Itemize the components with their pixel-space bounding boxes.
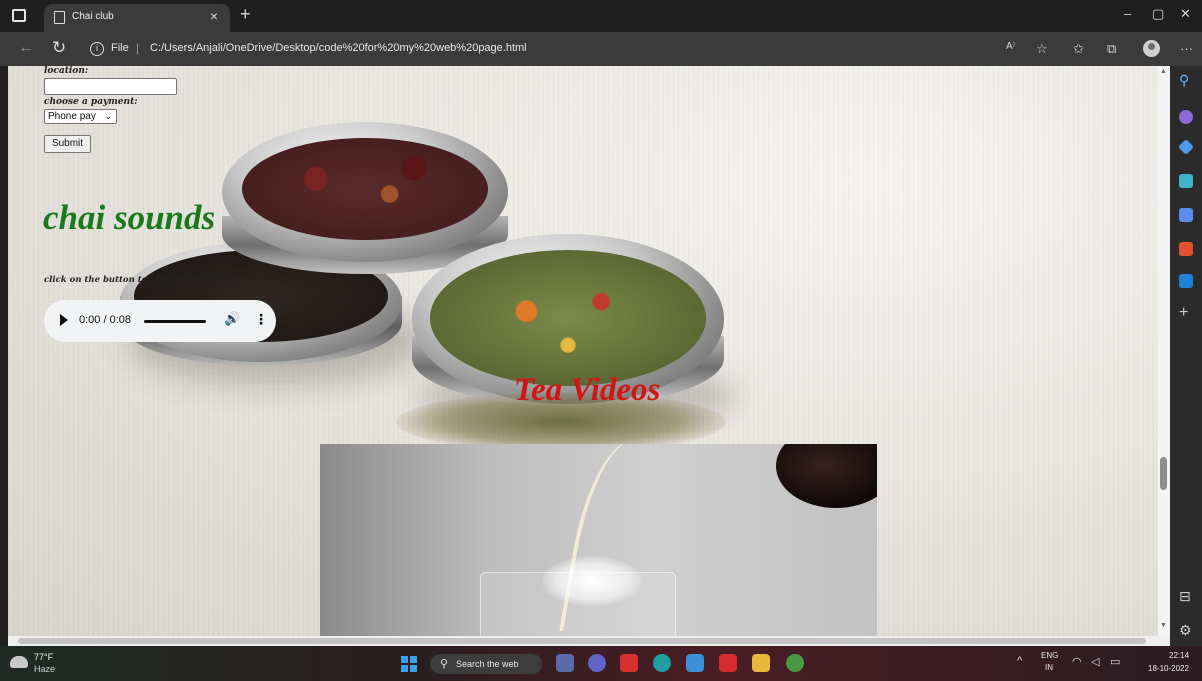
horizontal-scrollbar[interactable] (8, 636, 1170, 646)
address-bar-row: ← ↻ i File | C:/Users/Anjali/OneDrive/De… (0, 32, 1202, 66)
teams-chat-icon[interactable] (588, 654, 606, 672)
start-button[interactable] (401, 656, 417, 672)
weather-icon[interactable] (10, 656, 28, 668)
show-hidden-icons-icon[interactable]: ^ (1017, 655, 1022, 667)
wps-office-icon[interactable] (719, 654, 737, 672)
search-placeholder: Search the web (456, 659, 519, 669)
audio-progress-slider[interactable] (144, 320, 206, 323)
read-aloud-icon[interactable]: A⁾ (1006, 41, 1015, 52)
audio-player: 0:00 / 0:08 🔊 ⋮ (44, 300, 276, 342)
audio-more-icon[interactable]: ⋮ (254, 311, 268, 328)
tab-actions-icon[interactable] (12, 9, 26, 22)
microsoft-store-icon[interactable] (686, 654, 704, 672)
tea-videos-heading: Tea Videos (514, 372, 661, 408)
profile-icon[interactable] (1143, 40, 1160, 57)
red-tea-tin (222, 122, 508, 262)
horizontal-scroll-thumb[interactable] (18, 638, 1146, 644)
settings-icon[interactable]: ⚙ (1179, 622, 1192, 639)
file-explorer-icon[interactable] (556, 654, 574, 672)
copilot-icon[interactable] (1179, 110, 1193, 124)
back-arrow-icon[interactable]: ← (18, 39, 34, 57)
tab-close-button[interactable]: × (210, 8, 218, 24)
milk-cloud (542, 556, 642, 606)
weather-temperature[interactable]: 77°F (34, 652, 53, 662)
add-icon[interactable]: + (1179, 304, 1188, 322)
chevron-down-icon: ⌄ (104, 111, 112, 121)
new-tab-button[interactable]: + (240, 4, 251, 25)
edge-sidebar: ⚲ + ⊟ ⚙ (1170, 66, 1202, 646)
restore-button[interactable]: ▢ (1152, 6, 1164, 22)
play-instruction: click on the button to play the sound (44, 275, 221, 285)
payment-selected-value: Phone pay (48, 111, 96, 122)
volume-icon[interactable]: 🔊 (224, 311, 240, 327)
mcafee-icon[interactable] (620, 654, 638, 672)
url-separator: | (136, 41, 140, 55)
submit-button[interactable]: Submit (44, 135, 91, 153)
location-label: location: (44, 66, 89, 76)
split-screen-icon[interactable]: ⊟ (1179, 588, 1191, 605)
payment-select[interactable]: Phone pay ⌄ (44, 109, 117, 124)
tea-video[interactable] (320, 444, 877, 636)
wifi-icon[interactable]: ◠ (1072, 655, 1082, 668)
favorites-icon[interactable]: ✩ (1073, 41, 1084, 57)
weather-description[interactable]: Haze (34, 664, 55, 674)
collections-icon[interactable]: ⧉ (1107, 41, 1116, 57)
scroll-down-icon[interactable]: ▼ (1160, 622, 1167, 629)
audio-time: 0:00 / 0:08 (79, 314, 131, 326)
add-favorite-icon[interactable]: ☆ (1036, 41, 1048, 57)
outlook-icon[interactable] (1179, 274, 1193, 288)
tab-chai-club[interactable]: Chai club × (44, 4, 230, 32)
games-icon[interactable] (1179, 208, 1193, 222)
toolbox-icon[interactable] (1179, 174, 1193, 188)
language-indicator[interactable]: ENG (1041, 651, 1058, 660)
chai-sounds-heading: chai sounds (43, 198, 216, 237)
volume-icon[interactable]: ◁ (1091, 655, 1099, 668)
url-scheme-label: File (111, 42, 129, 54)
close-window-button[interactable]: ✕ (1180, 6, 1191, 22)
clock-time[interactable]: 22:14 (1169, 651, 1189, 660)
search-icon: ⚲ (440, 658, 449, 670)
payment-label: choose a payment: (44, 97, 138, 107)
address-bar-url[interactable]: C:/Users/Anjali/OneDrive/Desktop/code%20… (150, 42, 527, 54)
kettle (776, 444, 877, 508)
vertical-scroll-thumb[interactable] (1160, 457, 1167, 490)
info-icon[interactable]: i (90, 42, 104, 56)
windows-taskbar: 77°F Haze ⚲ Search the web ^ ENG IN ◠ ◁ … (0, 646, 1202, 681)
location-input[interactable] (44, 78, 177, 95)
more-icon[interactable]: ··· (1180, 41, 1193, 56)
vertical-scrollbar[interactable]: ▲ ▼ (1158, 66, 1170, 636)
play-icon[interactable] (60, 314, 68, 326)
region-indicator[interactable]: IN (1045, 663, 1053, 672)
folder-icon[interactable] (752, 654, 770, 672)
page-icon (54, 11, 65, 24)
battery-icon[interactable]: ▭ (1110, 655, 1120, 668)
search-icon[interactable]: ⚲ (1179, 72, 1189, 89)
scroll-up-icon[interactable]: ▲ (1160, 68, 1167, 75)
browser-tab-bar: Chai club × + – ▢ ✕ (0, 0, 1202, 32)
tab-title: Chai club (72, 11, 114, 22)
minimize-button[interactable]: – (1124, 6, 1131, 21)
taskbar-search[interactable]: ⚲ Search the web (430, 654, 542, 674)
refresh-icon[interactable]: ↻ (52, 38, 66, 58)
clock-date[interactable]: 18-10-2022 (1148, 664, 1189, 673)
edge-icon[interactable] (653, 654, 671, 672)
chrome-icon[interactable] (786, 654, 804, 672)
office-icon[interactable] (1179, 242, 1193, 256)
page-viewport: location: choose a payment: Phone pay ⌄ … (8, 66, 1158, 636)
shopping-tag-icon[interactable] (1178, 139, 1194, 155)
